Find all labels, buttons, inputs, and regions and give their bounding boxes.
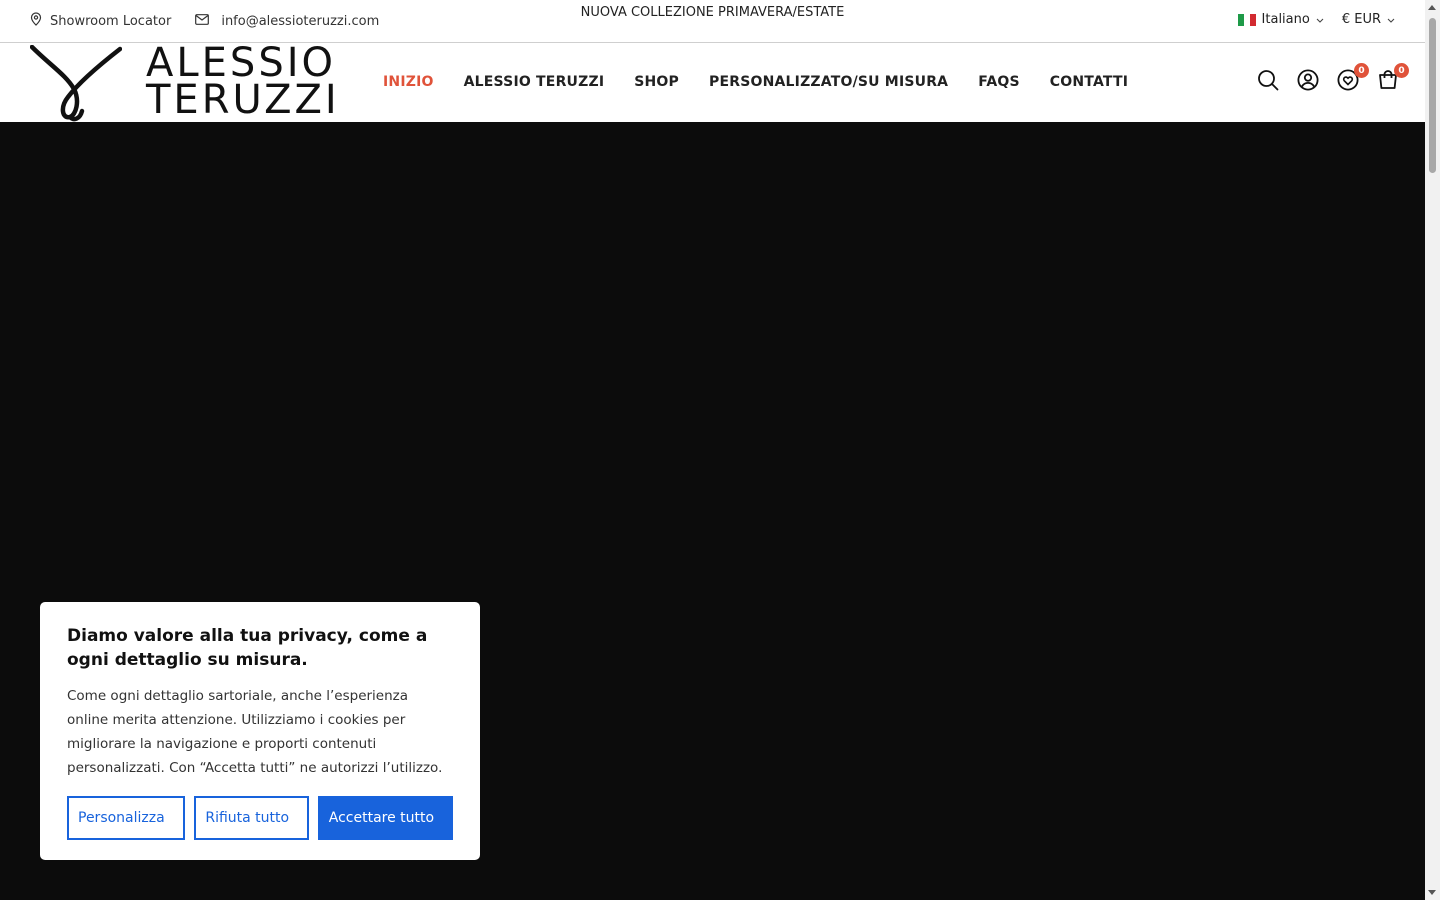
nav-item-faqs[interactable]: FAQS xyxy=(978,74,1020,90)
cookie-actions: Personalizza Rifiuta tutto Accettare tut… xyxy=(67,796,453,840)
currency-selector[interactable]: € EUR xyxy=(1342,12,1395,27)
user-icon xyxy=(1297,69,1319,95)
main-navigation: INIZIO ALESSIO TERUZZI SHOP PERSONALIZZA… xyxy=(383,74,1158,90)
account-button[interactable] xyxy=(1297,69,1319,95)
italy-flag-icon xyxy=(1237,13,1256,26)
customize-cookies-button[interactable]: Personalizza xyxy=(67,796,186,840)
logo-mark-icon xyxy=(29,44,123,127)
language-selector[interactable]: Italiano xyxy=(1237,12,1324,27)
accept-all-cookies-button[interactable]: Accettare tutto xyxy=(317,796,453,840)
nav-item-inizio[interactable]: INIZIO xyxy=(383,74,434,90)
currency-label: € EUR xyxy=(1341,12,1381,27)
logo-line-2: TERUZZI xyxy=(146,77,340,123)
chevron-down-icon xyxy=(1316,12,1324,27)
announcement-text: NUOVA COLLEZIONE PRIMAVERA/ESTATE xyxy=(580,5,845,20)
scrollbar-thumb[interactable] xyxy=(1429,18,1436,173)
cookie-title: Diamo valore alla tua privacy, come a og… xyxy=(67,626,428,670)
header-actions: 0 0 xyxy=(1239,63,1409,95)
page-scrollbar[interactable] xyxy=(1425,0,1440,900)
nav-item-shop[interactable]: SHOP xyxy=(634,74,679,90)
cart-button[interactable]: 0 xyxy=(1377,63,1409,93)
top-bar-selectors: Italiano € EUR xyxy=(1237,12,1395,27)
page: Showroom Locator info@alessioteruzzi.com… xyxy=(0,0,1440,900)
wishlist-count-badge: 0 xyxy=(1354,63,1369,78)
nav-item-alessio-teruzzi[interactable]: ALESSIO TERUZZI xyxy=(464,74,605,90)
scroll-up-arrow-icon[interactable] xyxy=(1428,5,1436,10)
wishlist-button[interactable]: 0 xyxy=(1337,63,1369,93)
logo-wordmark: ALESSIO TERUZZI xyxy=(146,43,340,123)
search-icon xyxy=(1257,69,1279,95)
scroll-down-arrow-icon[interactable] xyxy=(1428,890,1436,895)
cart-count-badge: 0 xyxy=(1394,63,1409,78)
search-button[interactable] xyxy=(1257,69,1279,95)
language-label: Italiano xyxy=(1261,12,1310,27)
chevron-down-icon xyxy=(1387,12,1395,27)
main-header: ALESSIO TERUZZI INIZIO ALESSIO TERUZZI S… xyxy=(0,43,1425,122)
reject-all-cookies-button[interactable]: Rifiuta tutto xyxy=(194,796,309,840)
cookie-description: Come ogni dettaglio sartoriale, anche l’… xyxy=(67,688,443,776)
cookie-consent-dialog: Diamo valore alla tua privacy, come a og… xyxy=(40,602,480,860)
nav-item-contatti[interactable]: CONTATTI xyxy=(1050,74,1128,90)
top-bar: Showroom Locator info@alessioteruzzi.com… xyxy=(0,0,1425,43)
nav-item-personalizzato[interactable]: PERSONALIZZATO/SU MISURA xyxy=(709,74,948,90)
site-logo[interactable]: ALESSIO TERUZZI xyxy=(29,43,340,127)
